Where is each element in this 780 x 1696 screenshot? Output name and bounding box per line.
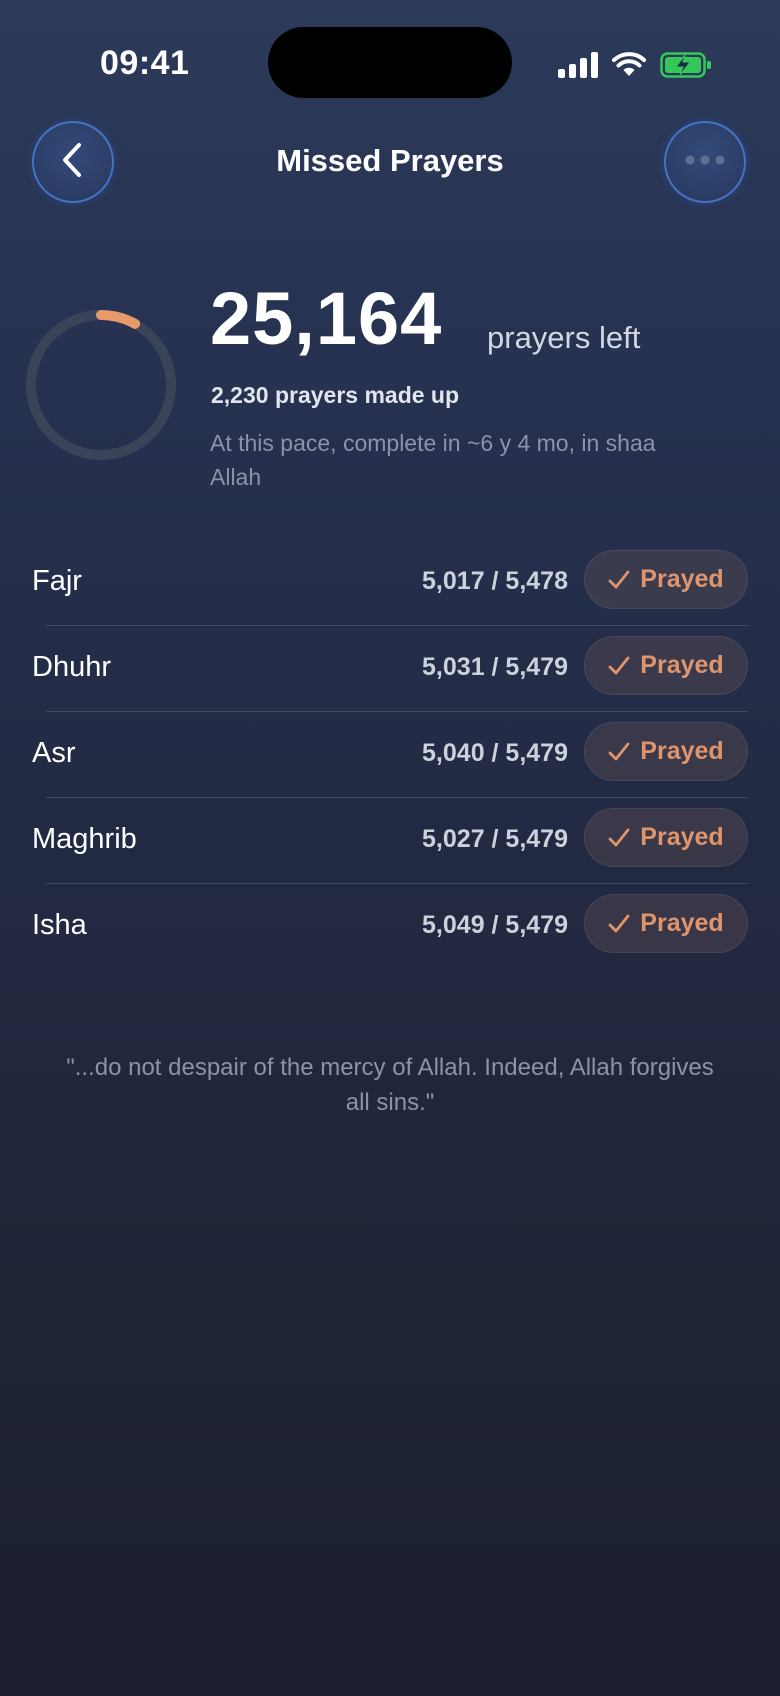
prayer-name: Fajr <box>32 565 82 597</box>
prayer-count: 5,027 / 5,479 <box>422 825 568 853</box>
prayer-count: 5,017 / 5,478 <box>422 567 568 595</box>
more-options-button[interactable] <box>664 121 746 203</box>
prayer-name: Asr <box>32 737 76 769</box>
prayed-button-fajr[interactable]: Prayed <box>584 550 748 609</box>
prayer-row-maghrib: Maghrib 5,027 / 5,479 Prayed <box>0 798 780 884</box>
prayer-name: Isha <box>32 909 87 941</box>
prayer-row-fajr: Fajr 5,017 / 5,478 Prayed <box>0 540 780 626</box>
checkmark-icon <box>608 570 630 590</box>
status-time: 09:41 <box>100 44 190 82</box>
dynamic-island <box>268 27 512 98</box>
page-title: Missed Prayers <box>276 143 504 178</box>
prayer-row-isha: Isha 5,049 / 5,479 Prayed <box>0 884 780 970</box>
prayed-button-label: Prayed <box>640 565 724 593</box>
checkmark-icon <box>608 656 630 676</box>
prayer-row-asr: Asr 5,040 / 5,479 Prayed <box>0 712 780 798</box>
prayer-list: Fajr 5,017 / 5,478 Prayed Dhuhr 5,031 / … <box>0 540 780 970</box>
prayers-left-count: 25,164 <box>210 277 443 360</box>
status-icons <box>558 50 712 80</box>
ellipsis-icon <box>684 153 726 171</box>
checkmark-icon <box>608 742 630 762</box>
prayer-count: 5,049 / 5,479 <box>422 911 568 939</box>
prayers-made-up: 2,230 prayers made up <box>211 382 460 408</box>
progress-ring-track <box>26 310 176 460</box>
progress-ring <box>26 310 176 460</box>
prayed-button-maghrib[interactable]: Prayed <box>584 808 748 867</box>
prayer-count: 5,040 / 5,479 <box>422 739 568 767</box>
prayer-name: Maghrib <box>32 823 137 855</box>
prayer-count: 5,031 / 5,479 <box>422 653 568 681</box>
quote-text: "...do not despair of the mercy of Allah… <box>66 1054 714 1116</box>
checkmark-icon <box>608 914 630 934</box>
completion-estimate: At this pace, complete in ~6 y 4 mo, in … <box>210 430 656 490</box>
prayer-name: Dhuhr <box>32 651 111 683</box>
prayed-button-isha[interactable]: Prayed <box>584 894 748 953</box>
checkmark-icon <box>608 828 630 848</box>
prayed-button-label: Prayed <box>640 823 724 851</box>
status-bar: 09:41 <box>0 0 780 120</box>
prayed-button-asr[interactable]: Prayed <box>584 722 748 781</box>
prayers-left-label: prayers left <box>487 320 641 355</box>
prayer-row-dhuhr: Dhuhr 5,031 / 5,479 Prayed <box>0 626 780 712</box>
prayed-button-label: Prayed <box>640 737 724 765</box>
battery-charging-icon <box>660 52 712 78</box>
cellular-signal-icon <box>558 52 598 78</box>
wifi-icon <box>612 52 646 78</box>
prayed-button-label: Prayed <box>640 651 724 679</box>
prayed-button-label: Prayed <box>640 909 724 937</box>
prayed-button-dhuhr[interactable]: Prayed <box>584 636 748 695</box>
